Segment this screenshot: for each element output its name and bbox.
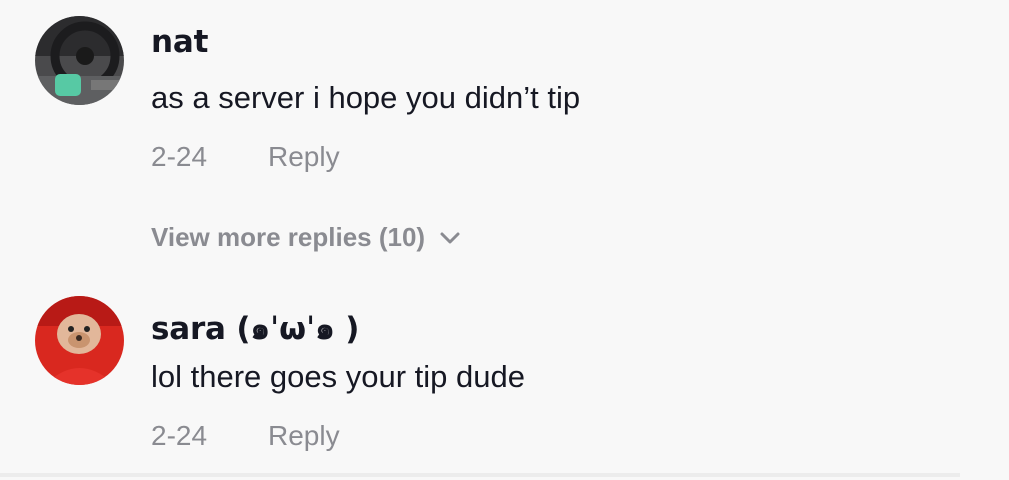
comment-date: 2-24 bbox=[151, 420, 208, 451]
divider bbox=[0, 473, 960, 477]
reply-button[interactable]: Reply bbox=[268, 420, 340, 452]
avatar[interactable] bbox=[35, 296, 124, 385]
avatar-dog-red-hoodie-icon bbox=[35, 296, 124, 385]
comment-text: lol there goes your tip dude bbox=[151, 359, 525, 394]
comment-username[interactable]: sara (๑ˈωˈ๑ ) bbox=[151, 303, 359, 353]
comment-item: sara (๑ˈωˈ๑ ) lol there goes your tip du… bbox=[0, 0, 1009, 480]
